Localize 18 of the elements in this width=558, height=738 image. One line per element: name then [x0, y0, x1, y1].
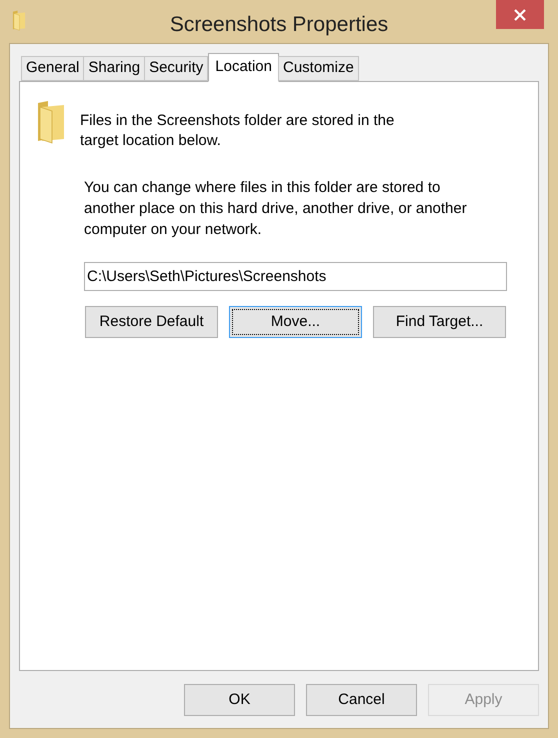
tab[interactable]: General — [21, 56, 84, 81]
tab[interactable]: Location — [208, 53, 279, 82]
close-button[interactable] — [496, 0, 544, 29]
description-text: You can change where files in this folder are stored to another place on this hard drive, another drive, or another computer on your network. — [84, 178, 468, 240]
action-button[interactable]: Restore Default — [85, 306, 218, 338]
dialog-button[interactable]: Cancel — [306, 684, 417, 716]
close-icon — [513, 8, 527, 22]
folder-icon — [12, 9, 26, 31]
dialog-button[interactable]: OK — [184, 684, 295, 716]
tab[interactable]: Security — [144, 56, 208, 81]
action-button[interactable]: Find Target... — [373, 306, 506, 338]
window-title: Screenshots Properties — [168, 12, 390, 38]
action-button[interactable]: Move... — [229, 306, 362, 338]
path-field[interactable]: C:\Users\Seth\Pictures\Screenshots — [84, 262, 507, 291]
intro-text: Files in the Screenshots folder are stored in the target location below. — [80, 111, 396, 151]
tab[interactable]: Customize — [278, 56, 359, 81]
folder-icon — [36, 98, 66, 144]
tab[interactable]: Sharing — [83, 56, 146, 81]
